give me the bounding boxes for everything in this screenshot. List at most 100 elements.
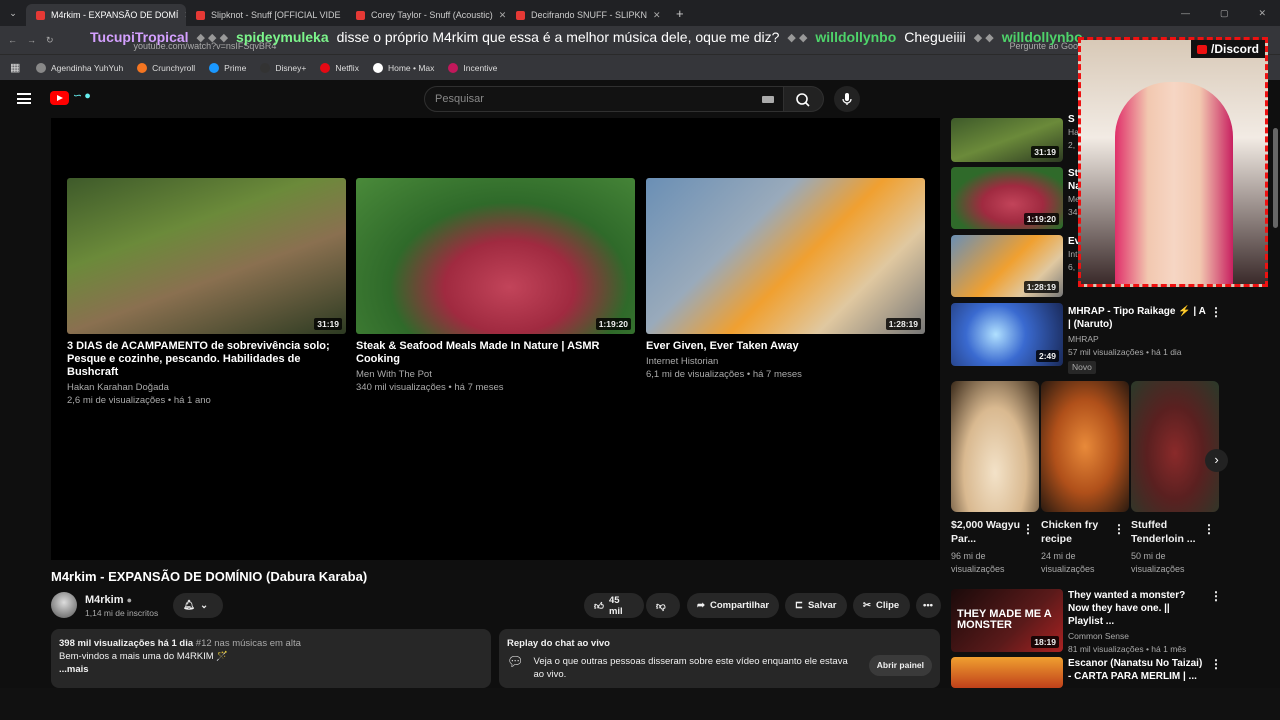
- more-vertical-icon[interactable]: ⋮: [1203, 522, 1215, 536]
- duration-badge: 31:19: [1031, 146, 1059, 158]
- more-vertical-icon[interactable]: ⋮: [1210, 305, 1222, 319]
- disney-icon: [260, 62, 271, 73]
- bookmark-agendinha[interactable]: Agendinha YuhYuh: [36, 62, 123, 73]
- chat-username: willdollynbo: [815, 29, 897, 45]
- bookmark-incentive[interactable]: Incentive: [448, 62, 497, 73]
- description-box[interactable]: 398 mil visualizações há 1 dia #12 nas m…: [51, 629, 491, 688]
- video-title: M4rkim - EXPANSÃO DE DOMÍNIO (Dabura Kar…: [51, 569, 368, 584]
- duration-badge: 1:28:19: [885, 318, 921, 330]
- short-thumbnail[interactable]: [1131, 381, 1219, 512]
- tab-slipknot[interactable]: Slipknot - Snuff [OFFICIAL VIDE✕: [186, 4, 346, 26]
- open-panel-button[interactable]: Abrir painel: [868, 655, 932, 676]
- short-title[interactable]: Stuffed Tenderloin ...: [1131, 518, 1205, 546]
- more-vertical-icon[interactable]: ⋮: [1210, 657, 1222, 671]
- new-badge: Novo: [1068, 361, 1096, 374]
- channel-avatar[interactable]: [51, 592, 77, 618]
- keyboard-icon[interactable]: [762, 96, 774, 103]
- sidebar-item-title: Escanor (Nanatsu No Taizai) - CARTA PARA…: [1068, 658, 1203, 682]
- tab-corey-taylor[interactable]: Corey Taylor - Snuff (Acoustic) ✕: [346, 4, 506, 26]
- more-vertical-icon[interactable]: ⋮: [1022, 522, 1034, 536]
- notification-bell-button[interactable]: 🔔︎ ⌄: [173, 593, 223, 618]
- menu-icon[interactable]: [17, 93, 31, 104]
- sidebar-thumbnail[interactable]: 1:19:20: [951, 167, 1063, 229]
- chevron-down-icon: ⌄: [200, 600, 209, 611]
- more-actions-button[interactable]: •••: [916, 593, 941, 618]
- end-card-video[interactable]: 1:19:20 Steak & Seafood Meals Made In Na…: [356, 178, 635, 394]
- search-input[interactable]: Pesquisar: [424, 86, 784, 112]
- apps-grid-icon[interactable]: ▦: [10, 61, 20, 74]
- clip-button[interactable]: ✂ Clipe: [853, 593, 910, 618]
- end-card-title[interactable]: 3 DIAS de ACAMPAMENTO de sobrevivência s…: [67, 340, 346, 379]
- search-button[interactable]: [784, 86, 824, 112]
- short-title[interactable]: $2,000 Wagyu Par...: [951, 518, 1025, 546]
- sidebar-item-meta[interactable]: They wanted a monster? Now they have one…: [1068, 589, 1203, 656]
- end-card-title[interactable]: Ever Given, Ever Taken Away: [646, 340, 925, 353]
- chat-replay-panel: Replay do chat ao vivo 💬︎ Veja o que out…: [499, 629, 940, 688]
- chat-replay-title: Replay do chat ao vivo: [507, 638, 610, 649]
- scrollbar-thumb[interactable]: [1273, 128, 1278, 228]
- share-label: Compartilhar: [709, 600, 770, 611]
- dislike-button[interactable]: 👎︎: [646, 593, 680, 618]
- end-card-title[interactable]: Steak & Seafood Meals Made In Nature | A…: [356, 340, 635, 366]
- share-icon: ➦: [697, 600, 705, 611]
- window-close-icon[interactable]: ✕: [1258, 8, 1266, 19]
- sidebar-thumbnail[interactable]: THEY MADE ME A MONSTER 18:19: [951, 589, 1063, 652]
- channel-name[interactable]: M4rkim ●: [85, 594, 132, 606]
- tab-decifrando[interactable]: Decifrando SNUFF - SLIPKN ✕: [506, 4, 666, 26]
- more-horizontal-icon: •••: [923, 600, 933, 611]
- subscriber-count: 1,14 mi de inscritos: [85, 608, 159, 618]
- youtube-logo-icon[interactable]: [50, 91, 69, 105]
- bookmark-prime[interactable]: Prime: [209, 62, 246, 73]
- youtube-favicon-icon: [36, 10, 45, 20]
- sidebar-thumbnail[interactable]: [951, 657, 1063, 688]
- short-thumbnail[interactable]: [1041, 381, 1129, 512]
- bookmark-crunchyroll[interactable]: Crunchyroll: [137, 62, 195, 73]
- views-line: 398 mil visualizações há 1 dia: [59, 638, 194, 649]
- close-tab-icon[interactable]: ✕: [653, 10, 661, 21]
- thumbs-up-icon: 👍︎: [594, 600, 604, 612]
- sidebar-thumbnail[interactable]: 31:19: [951, 118, 1063, 162]
- end-card-thumbnail[interactable]: 1:28:19: [646, 178, 925, 334]
- short-thumbnail[interactable]: [951, 381, 1039, 512]
- more-vertical-icon[interactable]: ⋮: [1210, 589, 1222, 603]
- end-card-channel[interactable]: Men With The Pot: [356, 368, 635, 381]
- end-card-thumbnail[interactable]: 31:19: [67, 178, 346, 334]
- maximize-icon[interactable]: ▢: [1220, 8, 1229, 19]
- short-title[interactable]: Chicken fry recipe: [1041, 518, 1115, 546]
- bookmark-disney[interactable]: Disney+: [260, 62, 306, 73]
- voice-search-button[interactable]: [834, 86, 860, 112]
- end-card-channel[interactable]: Hakan Karahan Doğada: [67, 381, 346, 394]
- duration-badge: 2:49: [1035, 350, 1059, 362]
- more-vertical-icon[interactable]: ⋮: [1113, 522, 1125, 536]
- tab-m4rkim[interactable]: M4rkim - EXPANSÃO DE DOMÍ✕: [26, 4, 186, 26]
- short-views: 96 mi de visualizações: [951, 551, 1005, 574]
- bookmark-netflix[interactable]: Netflix: [320, 62, 359, 73]
- share-button[interactable]: ➦ Compartilhar: [687, 593, 779, 618]
- custom-logo[interactable]: ∽ ●: [72, 89, 110, 107]
- end-card-channel[interactable]: Internet Historian: [646, 355, 925, 368]
- bookmark-max[interactable]: Home • Max: [372, 62, 434, 73]
- short-views: 24 mi de visualizações: [1041, 551, 1095, 574]
- end-card-thumbnail[interactable]: 1:19:20: [356, 178, 635, 334]
- end-card-video[interactable]: 31:19 3 DIAS de ACAMPAMENTO de sobrevivê…: [67, 178, 346, 407]
- like-button[interactable]: 👍︎ 45 mil: [584, 593, 644, 618]
- show-more-link[interactable]: ...mais: [59, 663, 483, 676]
- trending-link[interactable]: #12 nas músicas em alta: [196, 638, 301, 649]
- sidebar-item-meta[interactable]: Escanor (Nanatsu No Taizai) - CARTA PARA…: [1068, 657, 1203, 683]
- duration-badge: 1:28:19: [1023, 281, 1059, 293]
- shorts-next-button[interactable]: ›: [1205, 449, 1228, 472]
- minimize-icon[interactable]: —: [1181, 8, 1190, 18]
- youtube-favicon-icon: [196, 10, 205, 20]
- sidebar-item-meta[interactable]: MHRAP - Tipo Raikage ⚡ | A | (Naruto) MH…: [1068, 305, 1208, 374]
- save-button[interactable]: ⊏ Salvar: [785, 593, 847, 618]
- sidebar-thumbnail[interactable]: 1:28:19: [951, 235, 1063, 297]
- verified-icon: ●: [126, 595, 133, 605]
- browser-tab-bar: ⌄ M4rkim - EXPANSÃO DE DOMÍ✕ Slipknot - …: [0, 0, 1280, 26]
- new-tab-icon[interactable]: +: [676, 6, 684, 21]
- chat-message: disse o próprio M4rkim que essa é a melh…: [336, 29, 780, 45]
- sidebar-thumbnail[interactable]: 2:49: [951, 303, 1063, 366]
- end-card-video[interactable]: 1:28:19 Ever Given, Ever Taken Away Inte…: [646, 178, 925, 381]
- tab-list-chevron-icon[interactable]: ⌄: [0, 8, 26, 19]
- close-tab-icon[interactable]: ✕: [499, 10, 506, 21]
- chat-username: spideymuleka: [236, 29, 329, 45]
